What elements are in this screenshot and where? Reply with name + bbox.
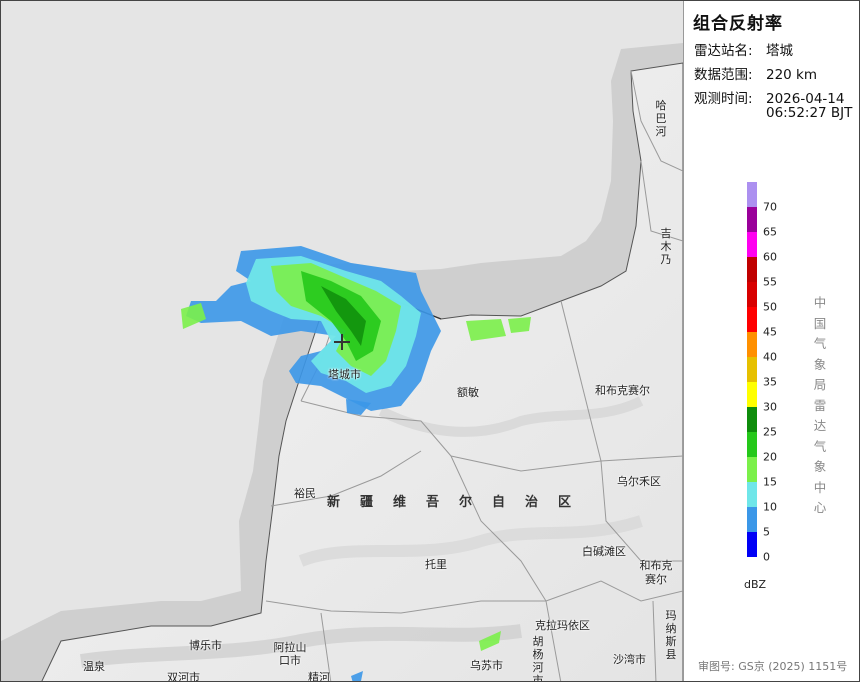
legend-color-block bbox=[747, 457, 757, 482]
station-row: 雷达站名: 塔城 bbox=[694, 39, 793, 59]
place-label-vertical: 吉木乃 bbox=[660, 227, 672, 266]
legend-color-block bbox=[747, 507, 757, 532]
time-label: 观测时间: bbox=[694, 91, 753, 107]
legend-color-block bbox=[747, 207, 757, 232]
agency-char: 局 bbox=[813, 377, 827, 392]
place-label: 乌尔禾区 bbox=[617, 475, 661, 488]
place-label-vertical: 胡杨河市 bbox=[532, 635, 544, 682]
legend-color-block bbox=[747, 282, 757, 307]
legend-tick-label: 60 bbox=[763, 250, 777, 264]
legend-color-block bbox=[747, 182, 757, 207]
station-label: 雷达站名: bbox=[694, 43, 753, 59]
legend-color-block bbox=[747, 307, 757, 332]
agency-char: 心 bbox=[813, 500, 827, 515]
legend-unit: dBZ bbox=[744, 578, 767, 591]
legend-tick-label: 55 bbox=[763, 275, 777, 289]
legend-color-block bbox=[747, 232, 757, 257]
range-value: 220 km bbox=[766, 67, 818, 83]
product-title: 组合反射率 bbox=[693, 14, 783, 34]
agency-char: 气 bbox=[813, 336, 827, 351]
range-row: 数据范围: 220 km bbox=[694, 63, 817, 83]
legend-tick-label: 20 bbox=[763, 450, 777, 464]
legend-tick-label: 50 bbox=[763, 300, 777, 314]
agency-name-vertical: 中国气象局雷达气象中心 bbox=[812, 293, 828, 519]
agency-char: 中 bbox=[813, 295, 827, 310]
place-label-vertical: 玛纳斯县 bbox=[665, 609, 677, 661]
legend-tick-label: 35 bbox=[763, 375, 777, 389]
place-label-vertical: 哈巴河 bbox=[655, 99, 667, 138]
legend-color-block bbox=[747, 357, 757, 382]
agency-char: 气 bbox=[813, 438, 827, 454]
place-label: 塔城市 bbox=[328, 368, 361, 381]
legend-tick-label: 70 bbox=[763, 200, 777, 214]
legend-color-block bbox=[747, 432, 757, 457]
place-label: 温泉 bbox=[83, 660, 105, 673]
legend-color-block bbox=[747, 382, 757, 407]
time-row: 观测时间: 2026-04-14 bbox=[694, 87, 844, 107]
range-label: 数据范围: bbox=[694, 67, 753, 83]
agency-char: 中 bbox=[813, 479, 827, 495]
legend-color-block bbox=[747, 407, 757, 432]
radar-station-crosshair bbox=[334, 334, 350, 350]
legend-tick-label: 10 bbox=[763, 500, 777, 514]
legend-tick-label: 25 bbox=[763, 425, 777, 439]
legend-color-block bbox=[747, 532, 757, 557]
info-panel: 组合反射率 雷达站名: 塔城 数据范围: 220 km 观测时间: 2026-04-1… bbox=[683, 1, 859, 681]
legend-tick-label: 45 bbox=[763, 325, 777, 339]
map-review-number: 审图号: GS京 (2025) 1151号 bbox=[698, 660, 848, 673]
place-label: 和布克赛尔 bbox=[639, 559, 673, 586]
agency-char: 象 bbox=[813, 356, 827, 372]
place-label: 克拉玛依区 bbox=[535, 619, 590, 632]
legend-tick-label: 30 bbox=[763, 400, 777, 414]
place-label: 白碱滩区 bbox=[582, 545, 626, 558]
legend-tick-label: 0 bbox=[763, 550, 770, 564]
place-label: 博乐市 bbox=[189, 639, 222, 652]
legend-tick-label: 40 bbox=[763, 350, 777, 364]
legend-tick-label: 5 bbox=[763, 525, 770, 539]
legend-color-block bbox=[747, 257, 757, 282]
legend-color-block bbox=[747, 332, 757, 357]
agency-char: 雷 bbox=[813, 397, 827, 413]
agency-char: 象 bbox=[813, 459, 827, 474]
legend-tick-label: 65 bbox=[763, 225, 777, 239]
region-name: 新疆维吾尔自治区 bbox=[327, 495, 592, 510]
time-clock: 06:52:27 BJT bbox=[766, 105, 853, 121]
place-label: 和布克赛尔 bbox=[595, 384, 650, 397]
place-label: 阿拉山口市 bbox=[273, 641, 307, 667]
place-label: 裕民 bbox=[294, 487, 316, 500]
place-label: 沙湾市 bbox=[613, 653, 646, 666]
place-label: 乌苏市 bbox=[470, 659, 503, 672]
agency-char: 国 bbox=[813, 315, 827, 331]
legend-color-block bbox=[747, 482, 757, 507]
place-label: 托里 bbox=[425, 558, 447, 571]
place-label: 额敏 bbox=[457, 386, 479, 399]
legend-tick-label: 15 bbox=[763, 475, 777, 489]
station-value: 塔城 bbox=[766, 43, 793, 59]
place-label: 双河市 bbox=[167, 671, 200, 682]
place-label: 精河 bbox=[308, 671, 330, 682]
radar-viewer: 新疆维吾尔自治区 塔城市 额敏 和布克赛尔 裕民 乌尔禾区 托里 白碱滩区 克拉… bbox=[0, 0, 860, 682]
agency-char: 达 bbox=[813, 418, 827, 433]
